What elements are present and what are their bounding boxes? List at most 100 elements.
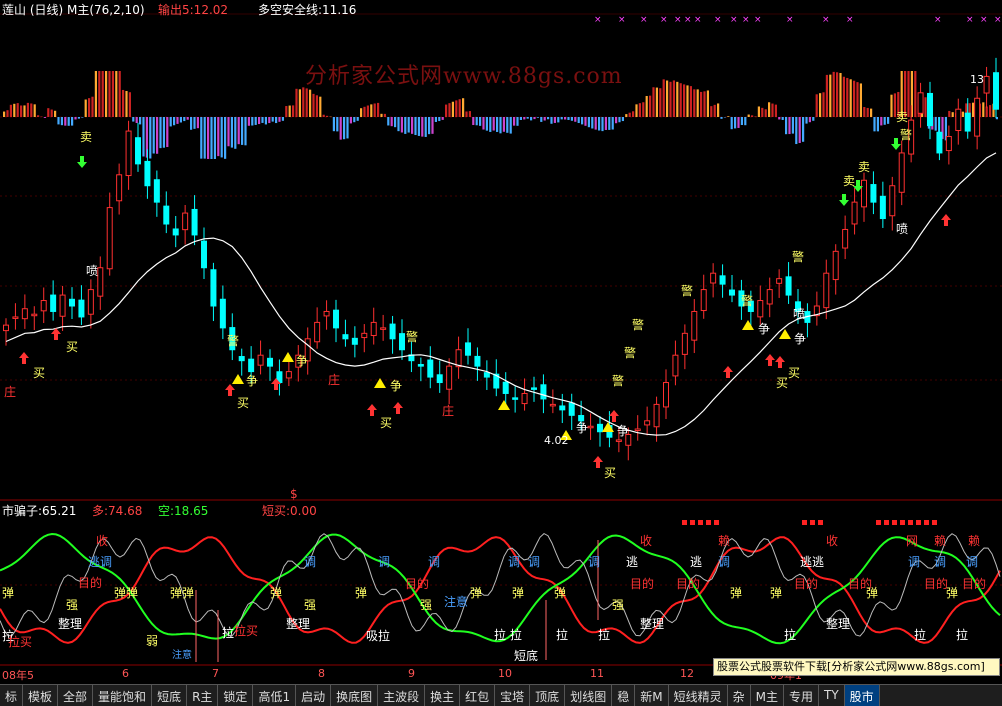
histogram-bar [914, 71, 916, 117]
buy-arrow [593, 456, 603, 468]
candle [371, 308, 376, 345]
tab-换底图[interactable]: 换底图 [331, 685, 378, 706]
tab-红包[interactable]: 红包 [460, 685, 495, 706]
month-label: 12 [680, 667, 694, 680]
sell-signal: 卖 [80, 128, 92, 145]
tab-专用[interactable]: 专用 [784, 685, 819, 706]
histogram-bar [839, 73, 841, 117]
histogram-bar [132, 117, 134, 122]
histogram-bar [139, 117, 141, 124]
candle [437, 361, 442, 393]
histogram-bar [595, 117, 597, 130]
histogram-bar [853, 81, 855, 117]
candle [918, 83, 923, 128]
pen-signal: 喷 [896, 220, 908, 237]
tab-新M[interactable]: 新M [635, 685, 668, 706]
candle [334, 300, 339, 342]
histogram-bar [523, 117, 525, 119]
candle [277, 359, 282, 395]
histogram-bar [561, 117, 563, 119]
osc-label-zhengli: 整理 [286, 615, 310, 632]
histogram-bar [326, 116, 328, 117]
candle [32, 306, 37, 330]
candle [220, 285, 225, 339]
tab-短底[interactable]: 短底 [152, 685, 187, 706]
tab-TY[interactable]: TY [819, 685, 845, 706]
histogram-bar [802, 117, 804, 142]
osc-label-la: 拉 [598, 626, 610, 643]
histogram-bar [788, 117, 790, 134]
osc-label-la: 拉 [914, 626, 926, 643]
osc-label-la: 拉 [784, 626, 796, 643]
candle [730, 275, 735, 302]
warn-signal: 警 [406, 328, 418, 345]
histogram-bar [340, 117, 342, 140]
tab-杂[interactable]: 杂 [728, 685, 751, 706]
histogram-bar [612, 117, 614, 130]
histogram-bar [346, 117, 348, 138]
histogram-bar [758, 106, 760, 117]
osc-marker [802, 520, 807, 525]
osc-label-gan: 赖 [934, 532, 946, 549]
osc-label-dan: 弹 [946, 584, 958, 601]
signal-x-marker: × [594, 15, 602, 25]
histogram-bar [319, 97, 321, 117]
histogram-bar [972, 103, 974, 117]
histogram-bar [238, 117, 240, 144]
tab-划线图[interactable]: 划线图 [565, 685, 612, 706]
tab-股市[interactable]: 股市 [845, 685, 880, 706]
candle [409, 341, 414, 372]
histogram-bar [748, 115, 750, 117]
histogram-bar [122, 90, 124, 117]
osc-marker [876, 520, 881, 525]
candle [98, 256, 103, 309]
download-banner[interactable]: 股票公式股票软件下载[分析家公式网www.88gs.com] [713, 658, 1000, 676]
tab-启动[interactable]: 启动 [296, 685, 331, 706]
tab-模板[interactable]: 模板 [23, 685, 58, 706]
osc-label-tiao: 调 [378, 553, 390, 570]
candle [588, 413, 593, 440]
histogram-bar [183, 117, 185, 121]
tab-宝塔[interactable]: 宝塔 [495, 685, 530, 706]
tab-标[interactable]: 标 [0, 685, 23, 706]
low-price-label: 4.02 [544, 434, 569, 447]
month-label: 7 [212, 667, 219, 680]
buy-signal: 买 [604, 464, 616, 481]
histogram-bar [414, 117, 416, 135]
histogram-bar [71, 117, 73, 126]
indicator-tab-bar: 标模板全部量能饱和短底R主锁定高低1启动换底图主波段换主红包宝塔顶底划线图稳新M… [0, 684, 1002, 706]
tab-R主[interactable]: R主 [187, 685, 218, 706]
histogram-bar [720, 117, 722, 119]
tab-短线精灵[interactable]: 短线精灵 [669, 685, 728, 706]
histogram-bar [333, 117, 335, 131]
histogram-bar [6, 110, 8, 117]
histogram-bar [125, 91, 127, 117]
histogram-bar [91, 97, 93, 117]
tab-稳[interactable]: 稳 [612, 685, 635, 706]
osc-label-tiao: 调 [718, 553, 730, 570]
osc-label-tiao: 调 [528, 553, 540, 570]
histogram-bar [571, 117, 573, 121]
osc-label-tiao: 调 [508, 553, 520, 570]
osc-label-la: 拉 [222, 624, 234, 641]
osc-label-wang: 网 [906, 532, 918, 549]
tab-M主[interactable]: M主 [751, 685, 784, 706]
histogram-bar [530, 117, 532, 120]
osc-label-lamai: 拉买 [234, 622, 258, 639]
candle [494, 359, 499, 396]
tab-主波段[interactable]: 主波段 [378, 685, 425, 706]
histogram-bar [652, 87, 654, 117]
buy-signal: 买 [237, 394, 249, 411]
tab-全部[interactable]: 全部 [58, 685, 93, 706]
histogram-bar [962, 112, 964, 117]
tab-锁定[interactable]: 锁定 [218, 685, 253, 706]
tab-高低1[interactable]: 高低1 [253, 685, 296, 706]
osc-label-tiao: 调 [588, 553, 600, 570]
tab-顶底[interactable]: 顶底 [530, 685, 565, 706]
tab-换主[interactable]: 换主 [425, 685, 460, 706]
osc-label-qiang: 强 [612, 596, 624, 613]
tab-量能饱和[interactable]: 量能饱和 [93, 685, 152, 706]
osc-marker [924, 520, 929, 525]
histogram-bar [261, 117, 263, 123]
candle [324, 300, 329, 329]
